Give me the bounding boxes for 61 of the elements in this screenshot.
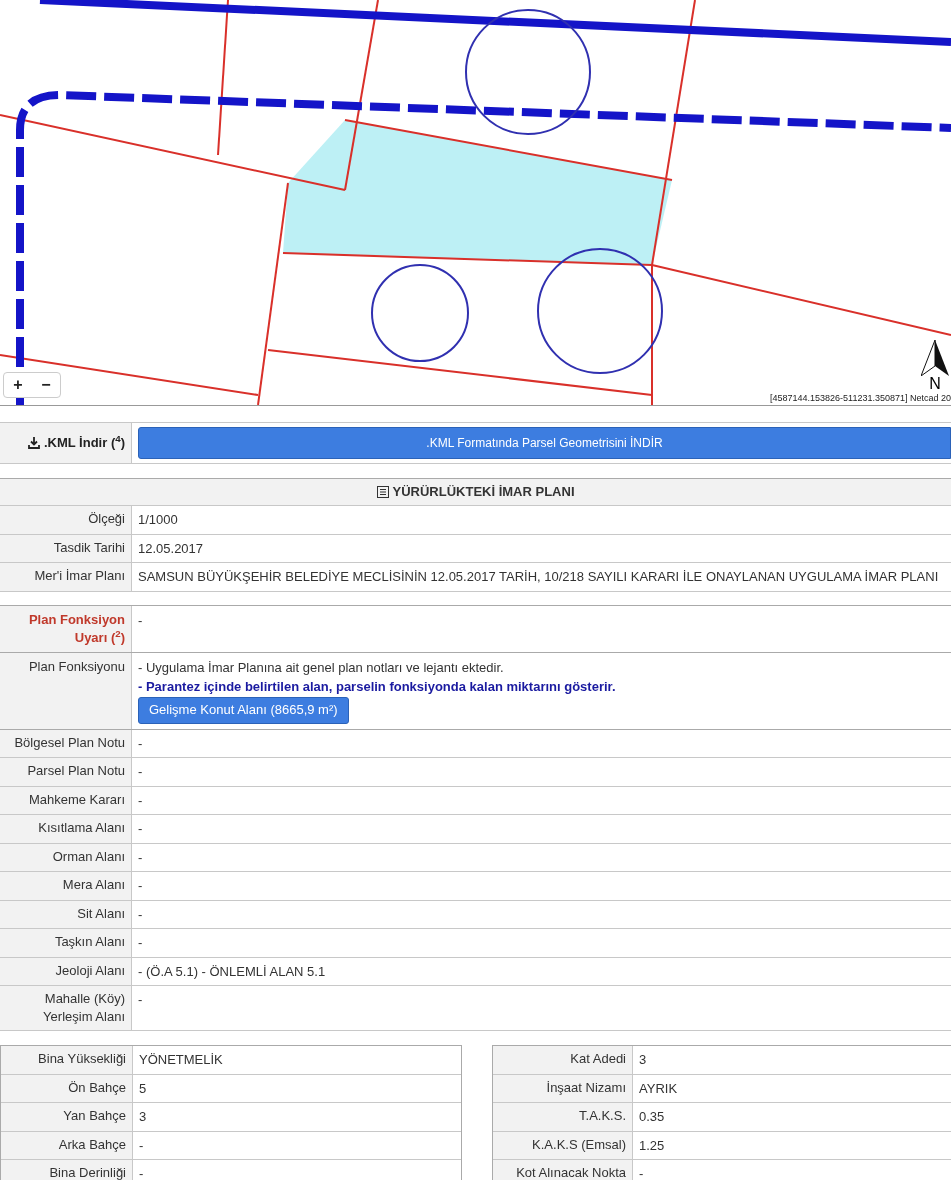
field-label: Arka Bahçe [58,1135,126,1154]
field-value: - [139,1166,144,1180]
field-label: Bina Yüksekliği [38,1050,126,1068]
kml-label: .KML İndir ($^{4}$) [43,433,125,453]
field-value: - [138,612,143,628]
field-value: 3 [139,1109,147,1124]
field-value: 12.05.2017 [138,540,204,556]
field-label: Mahalle (Köy) Yerleşim Alanı [42,990,125,1026]
field-label: Bölgesel Plan Notu [14,733,125,752]
north-label: N [929,376,941,392]
field-value: - [138,821,143,836]
field-label: Kot Alınacak Nokta [516,1164,626,1180]
zoom-out-button[interactable]: − [32,373,60,397]
map-coordinates: [4587144.153826-511231.350871] Netcad 20 [770,393,951,404]
field-label: Kısıtlama Alanı [38,819,125,837]
field-value: - (Ö.A 5.1) - ÖNLEMLİ ALAN 5.1 [138,963,326,979]
field-label: Tasdik Tarihi [53,538,125,557]
field-value: - [138,906,143,922]
field-value: - [138,735,143,751]
field-value: - [138,849,143,865]
field-value: 5 [139,1080,147,1096]
field-label: Orman Alanı [52,847,125,866]
field-label: T.A.K.S. [579,1107,626,1125]
field-label: Yan Bahçe [63,1107,126,1125]
field-label: Parsel Plan Notu [27,762,125,780]
field-value: 0.35 [639,1109,665,1124]
field-label: Sit Alanı [77,904,125,923]
field-label: İnşaat Nizamı [546,1078,626,1097]
download-kml-button[interactable]: .KML Formatında Parsel Geometrisini İNDİR [138,427,951,459]
field-value: - [639,1166,644,1180]
field-value: - [138,935,143,950]
field-value: YÖNETMELİK [139,1052,223,1067]
document-icon [376,486,389,498]
field-label: Plan Fonksiyonu [28,657,125,676]
field-label: Mera Alanı [62,876,125,894]
zoom-in-button[interactable]: + [4,373,32,397]
field-value: SAMSUN BÜYÜKŞEHİR BELEDİYE MECLİSİNİN 12.05.2017 TARİH, 10/218 SAYILI KARARI İLE ONAYLANAN UYGULAMA İMAR PLANI [138,569,939,584]
field-label: K.A.K.S (Emsal) [532,1135,626,1154]
function-area-button[interactable]: Gelişme Konut Alanı (8665,9 m²) [138,696,349,724]
field-label: Bina Derinliği [49,1164,126,1180]
field-label: Ön Bahçe [68,1078,126,1097]
field-value: - [138,878,143,893]
field-value: - [138,992,143,1007]
field-label: Taşkın Alanı [54,933,125,951]
field-label: Ölçeği [88,510,125,528]
field-value: AYRIK [639,1080,678,1096]
field-value: 1/1000 [138,512,178,527]
field-value: - [139,1137,144,1153]
field-label: Mahkeme Kararı [28,790,125,809]
download-icon [27,437,40,449]
field-label: Jeoloji Alanı [55,961,125,980]
plan-note: - Parantez içinde belirtilen alan, parselin fonksiyonda kalan miktarını gösterir. [138,677,616,696]
warning-label: Plan Fonksiyon Uyarı ($^{2}$) [27,610,125,647]
section-title: YÜRÜRLÜKTEKİ İMAR PLANI [392,483,575,502]
field-label: Mer'i İmar Planı [34,567,125,585]
field-value: - [138,764,143,779]
field-value: 3 [639,1052,647,1067]
field-value: - [138,792,143,808]
plan-note: - Uygulama İmar Planına ait genel plan notları ve lejantı ektedir. [138,658,504,677]
field-value: 1.25 [639,1137,665,1153]
field-label: Kat Adedi [570,1050,626,1068]
